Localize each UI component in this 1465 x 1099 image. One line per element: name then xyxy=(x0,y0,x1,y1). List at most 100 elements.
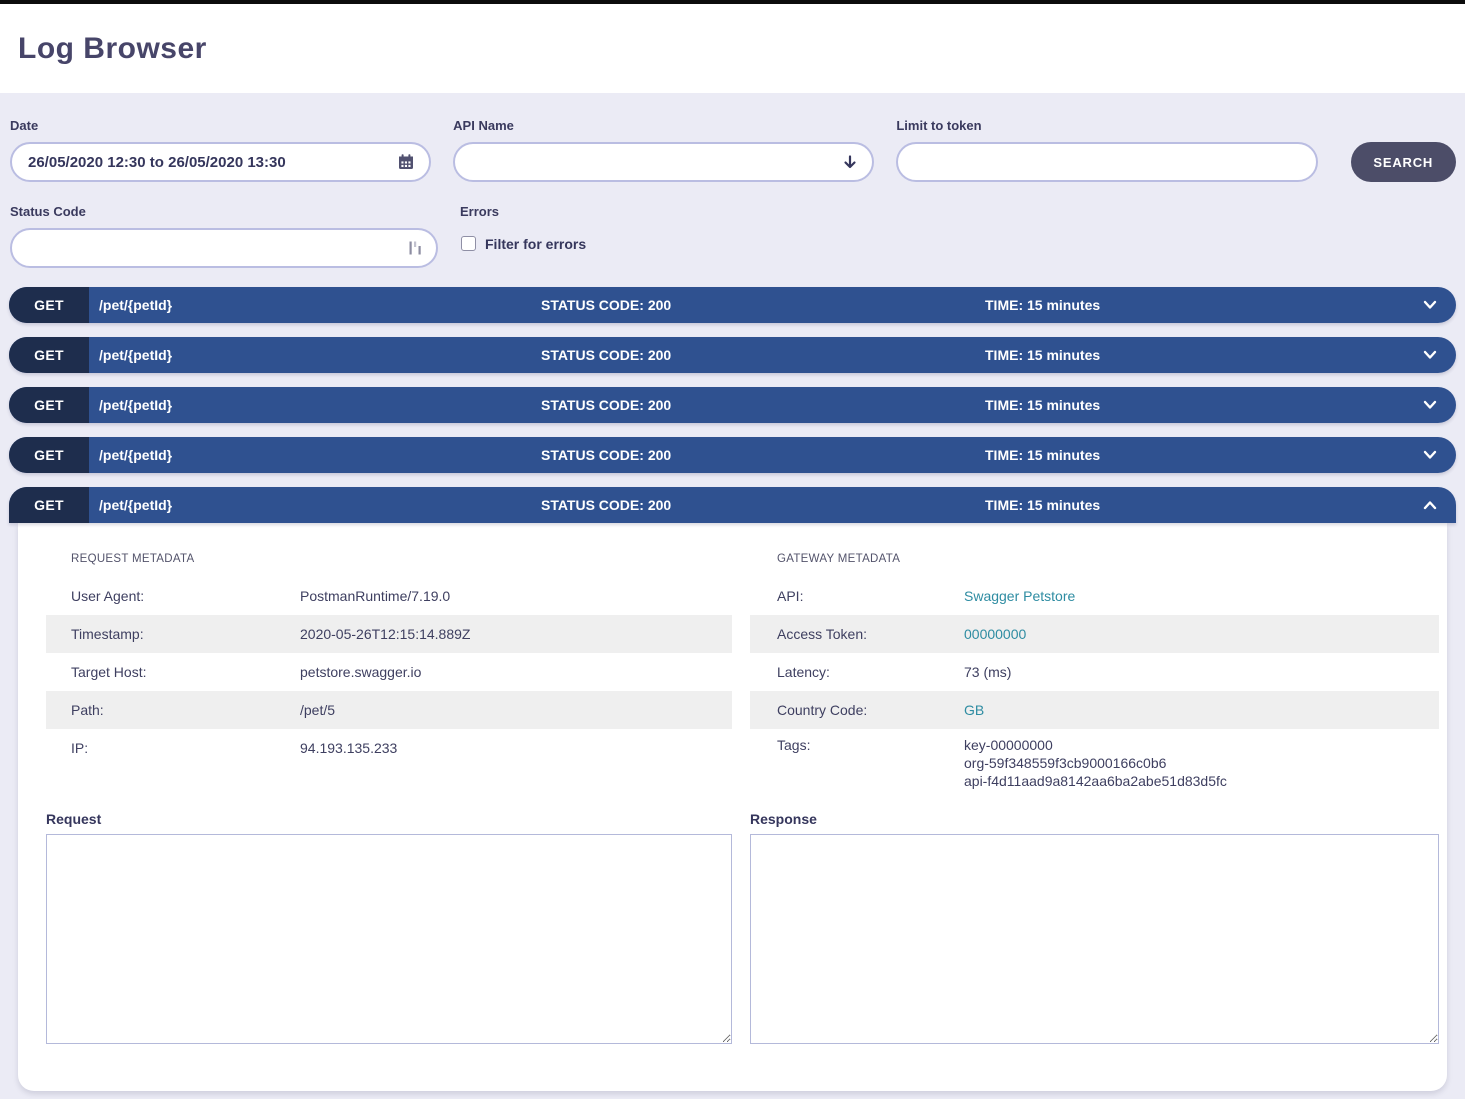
arrow-down-icon[interactable] xyxy=(842,154,858,170)
log-detail-panel: REQUEST METADATA User Agent:PostmanRunti… xyxy=(18,523,1447,1091)
log-row-time: TIME: 15 minutes xyxy=(985,397,1100,413)
method-badge: GET xyxy=(9,487,89,523)
request-label: Request xyxy=(46,811,732,827)
metadata-value-link[interactable]: 00000000 xyxy=(964,625,1026,643)
method-badge: GET xyxy=(9,437,89,473)
method-badge: GET xyxy=(9,337,89,373)
api-name-input[interactable] xyxy=(471,154,834,171)
metadata-value-link[interactable]: GB xyxy=(964,701,984,719)
request-textarea[interactable] xyxy=(46,834,732,1044)
time-value: 15 minutes xyxy=(1027,447,1100,463)
status-code-value: 200 xyxy=(648,497,671,513)
filter-for-errors-checkbox[interactable] xyxy=(461,236,476,251)
chevron-down-icon[interactable] xyxy=(1422,298,1438,312)
status-code-value: 200 xyxy=(648,397,671,413)
metadata-value: 94.193.135.233 xyxy=(300,739,397,757)
metadata-row: Latency:73 (ms) xyxy=(750,653,1439,691)
log-row[interactable]: GET /pet/{petId} STATUS CODE: 200 TIME: … xyxy=(9,387,1456,423)
time-label-text: TIME: xyxy=(985,397,1023,413)
api-name-field: API Name xyxy=(453,118,874,182)
metadata-label: Path: xyxy=(71,702,300,718)
metadata-label: IP: xyxy=(71,740,300,756)
log-rows-collapsed: GET /pet/{petId} STATUS CODE: 200 TIME: … xyxy=(9,287,1456,473)
metadata-label: Country Code: xyxy=(777,702,964,718)
log-row-path: /pet/{petId} xyxy=(99,447,172,463)
log-row-expanded[interactable]: GET /pet/{petId} STATUS CODE: 200 TIME: … xyxy=(9,487,1456,523)
limit-token-input-wrapper xyxy=(896,142,1317,182)
metadata-label: Access Token: xyxy=(777,626,964,642)
log-row-path: /pet/{petId} xyxy=(99,297,172,313)
chevron-down-icon[interactable] xyxy=(1422,448,1438,462)
limit-token-input[interactable] xyxy=(914,154,1301,171)
time-value: 15 minutes xyxy=(1027,497,1100,513)
status-code-label-text: STATUS CODE: xyxy=(541,347,644,363)
metadata-label: User Agent: xyxy=(71,588,300,604)
gateway-metadata-table: API:Swagger Petstore Access Token:0000000… xyxy=(750,577,1439,797)
request-metadata-title: REQUEST METADATA xyxy=(71,553,732,565)
search-button[interactable]: SEARCH xyxy=(1351,142,1456,182)
status-code-field: Status Code xyxy=(10,204,438,268)
log-row-status: STATUS CODE: 200 xyxy=(541,347,671,363)
log-row-path: /pet/{petId} xyxy=(99,347,172,363)
time-label-text: TIME: xyxy=(985,297,1023,313)
status-code-input[interactable] xyxy=(28,240,400,257)
metadata-label: API: xyxy=(777,588,964,604)
metadata-row: User Agent:PostmanRuntime/7.19.0 xyxy=(46,577,732,615)
status-code-label-text: STATUS CODE: xyxy=(541,497,644,513)
metadata-value: /pet/5 xyxy=(300,701,335,719)
metadata-value: petstore.swagger.io xyxy=(300,663,421,681)
time-value: 15 minutes xyxy=(1027,397,1100,413)
status-code-label-text: STATUS CODE: xyxy=(541,397,644,413)
limit-token-field: Limit to token xyxy=(896,118,1317,182)
method-badge: GET xyxy=(9,287,89,323)
log-row[interactable]: GET /pet/{petId} STATUS CODE: 200 TIME: … xyxy=(9,337,1456,373)
metadata-row: API:Swagger Petstore xyxy=(750,577,1439,615)
log-rows-list: GET /pet/{petId} STATUS CODE: 200 TIME: … xyxy=(0,287,1465,1091)
filter-for-errors-label[interactable]: Filter for errors xyxy=(485,236,586,252)
log-row-status: STATUS CODE: 200 xyxy=(541,497,671,513)
metadata-row: Tags:key-00000000org-59f348559f3cb900016… xyxy=(750,729,1439,797)
request-metadata-section: REQUEST METADATA User Agent:PostmanRunti… xyxy=(46,551,732,797)
api-name-select[interactable] xyxy=(453,142,874,182)
log-row-path: /pet/{petId} xyxy=(99,397,172,413)
status-code-value: 200 xyxy=(648,297,671,313)
metadata-row: Target Host:petstore.swagger.io xyxy=(46,653,732,691)
response-textarea[interactable] xyxy=(750,834,1439,1044)
log-row-time: TIME: 15 minutes xyxy=(985,297,1100,313)
time-label-text: TIME: xyxy=(985,497,1023,513)
calendar-icon[interactable] xyxy=(397,153,415,171)
date-field: Date xyxy=(10,118,431,182)
api-name-label: API Name xyxy=(453,118,874,133)
page-title: Log Browser xyxy=(18,32,207,66)
time-value: 15 minutes xyxy=(1027,297,1100,313)
tag-value: api-f4d11aad9a8142aa6ba2abe51d83d5fc xyxy=(964,772,1227,790)
filter-bar: Date API Name xyxy=(0,93,1465,268)
metadata-value: 73 (ms) xyxy=(964,663,1011,681)
log-row-time: TIME: 15 minutes xyxy=(985,447,1100,463)
log-row-time: TIME: 15 minutes xyxy=(985,347,1100,363)
log-row-status: STATUS CODE: 200 xyxy=(541,447,671,463)
bars-icon xyxy=(408,240,422,256)
metadata-label: Target Host: xyxy=(71,664,300,680)
metadata-row: Timestamp:2020-05-26T12:15:14.889Z xyxy=(46,615,732,653)
log-row[interactable]: GET /pet/{petId} STATUS CODE: 200 TIME: … xyxy=(9,437,1456,473)
chevron-down-icon[interactable] xyxy=(1422,398,1438,412)
tag-value: org-59f348559f3cb9000166c0b6 xyxy=(964,754,1227,772)
metadata-row: IP:94.193.135.233 xyxy=(46,729,732,767)
gateway-metadata-section: GATEWAY METADATA API:Swagger Petstore Acc… xyxy=(750,551,1439,797)
time-value: 15 minutes xyxy=(1027,347,1100,363)
metadata-label: Timestamp: xyxy=(71,626,300,642)
status-code-label: Status Code xyxy=(10,204,438,219)
chevron-down-icon[interactable] xyxy=(1422,348,1438,362)
log-row[interactable]: GET /pet/{petId} STATUS CODE: 200 TIME: … xyxy=(9,287,1456,323)
status-code-value: 200 xyxy=(648,347,671,363)
metadata-value-link[interactable]: Swagger Petstore xyxy=(964,587,1075,605)
metadata-label: Tags: xyxy=(777,736,964,754)
metadata-multivalue: key-00000000org-59f348559f3cb9000166c0b6… xyxy=(964,736,1227,790)
gateway-metadata-title: GATEWAY METADATA xyxy=(777,553,1439,565)
errors-label: Errors xyxy=(460,204,888,219)
date-input[interactable] xyxy=(28,154,389,171)
chevron-up-icon[interactable] xyxy=(1422,498,1438,512)
request-metadata-table: User Agent:PostmanRuntime/7.19.0Timestam… xyxy=(46,577,732,767)
status-code-label-text: STATUS CODE: xyxy=(541,447,644,463)
